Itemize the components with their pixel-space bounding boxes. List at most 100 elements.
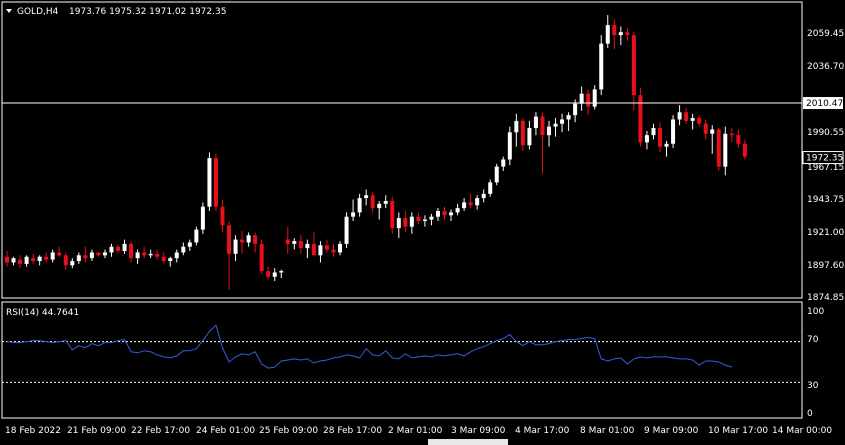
candle [697, 115, 702, 127]
candle [638, 87, 643, 147]
candle [122, 239, 127, 254]
candle-body [612, 25, 617, 36]
candle [207, 152, 212, 211]
time-tick: 8 Mar 01:00 [580, 426, 635, 436]
candle-body [573, 103, 578, 116]
candle [331, 243, 336, 257]
candle-body [174, 252, 179, 259]
candle [31, 253, 36, 264]
candle [579, 86, 584, 111]
candle-body [533, 116, 538, 129]
candle-body [142, 252, 147, 256]
candle [658, 122, 662, 153]
candle-body [560, 119, 565, 124]
candle [5, 251, 9, 267]
price-tick: 1967.15 [807, 163, 844, 173]
time-tick: 25 Feb 09:00 [259, 426, 318, 436]
candle-body [246, 235, 251, 243]
candle-body [227, 225, 232, 254]
candle-body [520, 120, 525, 146]
candle [272, 268, 277, 282]
candle-body [716, 129, 721, 167]
candle-body [429, 216, 434, 220]
candle-body [18, 259, 23, 264]
candle-body [507, 132, 512, 160]
candle [155, 249, 160, 260]
candle [736, 129, 741, 149]
price-tick: 1874.85 [807, 293, 844, 303]
candle [644, 130, 649, 150]
candle-body [213, 158, 218, 207]
candle [187, 239, 192, 252]
candle [475, 195, 480, 210]
candle-body [220, 206, 225, 226]
candle [507, 126, 512, 166]
candle-body [618, 32, 623, 36]
candle [285, 226, 290, 254]
candle [116, 245, 121, 254]
candle [723, 126, 728, 176]
candle [168, 256, 173, 267]
candle [259, 239, 264, 274]
candle [442, 206, 447, 220]
time-tick: 22 Feb 17:00 [131, 426, 190, 436]
ohlc-readout: 1973.76 1975.32 1971.02 1972.35 [69, 7, 226, 17]
candle [227, 220, 232, 290]
candle [422, 215, 427, 227]
candle-body [488, 182, 493, 194]
candle [631, 32, 636, 111]
candle-body [671, 119, 676, 144]
candle-body [285, 239, 290, 244]
candle-body [76, 255, 81, 262]
candle-body [96, 252, 101, 256]
time-tick: 24 Feb 01:00 [196, 426, 255, 436]
candle [318, 241, 323, 263]
candle-body [324, 245, 329, 250]
candle [716, 128, 721, 171]
candle-body [684, 112, 689, 121]
time-axis: 18 Feb 2022 21 Feb 09:00 22 Feb 17:00 24… [5, 426, 832, 436]
candle [742, 139, 747, 160]
time-tick: 28 Feb 17:00 [323, 426, 382, 436]
candle-body [83, 255, 88, 259]
candle [174, 249, 179, 263]
trading-chart[interactable]: GOLD,H4 1973.76 1975.32 1971.02 1972.35 … [0, 0, 845, 445]
level-price-label: 2010.47 [806, 99, 843, 109]
time-scroll-marker[interactable] [428, 439, 508, 445]
time-tick: 9 Mar 09:00 [644, 426, 699, 436]
candle-body [742, 143, 747, 157]
candle [351, 199, 356, 221]
symbol-label: GOLD,H4 [17, 7, 59, 17]
candle [292, 238, 297, 250]
price-tick: 2036.70 [807, 62, 844, 72]
candle-body [155, 253, 160, 257]
candle [494, 163, 499, 186]
candle-body [416, 216, 421, 221]
rsi-tick: 0 [807, 409, 813, 419]
candle [370, 192, 375, 213]
candle-body [122, 243, 127, 252]
candle [50, 249, 55, 263]
candle [396, 212, 401, 239]
candle-body [409, 216, 414, 227]
candle [148, 249, 153, 259]
price-axis: 2059.45 2036.70 1990.55 1967.15 1943.75 … [807, 29, 844, 303]
candle [618, 26, 623, 46]
candle [488, 179, 493, 197]
candle [76, 252, 81, 264]
candle-body [625, 32, 630, 36]
candle-body [631, 35, 636, 96]
candle-body [566, 115, 571, 120]
candle-body [435, 210, 440, 217]
rsi-tick: 30 [807, 381, 819, 391]
collapse-triangle-icon[interactable] [6, 9, 12, 13]
candle [651, 123, 656, 140]
candle [240, 231, 245, 254]
candle-body [272, 272, 277, 277]
candle-body [494, 166, 499, 183]
candle-body [468, 202, 473, 206]
time-tick: 14 Mar 00:00 [772, 426, 832, 436]
candle-body [318, 245, 323, 256]
candle [135, 249, 140, 264]
candle [612, 19, 617, 50]
